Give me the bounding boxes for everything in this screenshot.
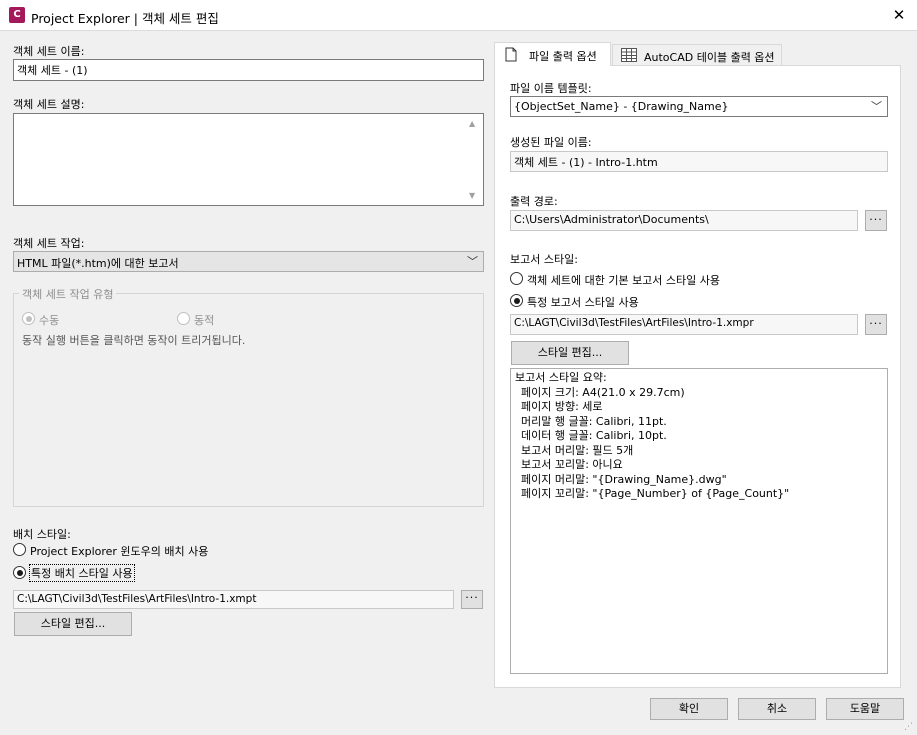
ellipsis-icon: ···	[869, 213, 883, 226]
civil3d-app-icon: C	[9, 7, 25, 23]
ellipsis-icon: ···	[465, 591, 479, 604]
manual-radio-label: 수동	[39, 314, 60, 327]
layout-edit-style-button[interactable]: 스타일 편집...	[14, 612, 132, 636]
tab-autocad-table-output[interactable]: AutoCAD 테이블 출력 옵션	[612, 44, 782, 66]
report-specific-radio[interactable]	[510, 294, 523, 307]
ok-button[interactable]: 확인	[650, 698, 728, 720]
layout-style-path[interactable]: C:\LAGT\Civil3d\TestFiles\ArtFiles\Intro…	[13, 590, 454, 609]
layout-browse-button[interactable]: ···	[461, 590, 483, 609]
summary-line: 페이지 크기: A4(21.0 x 29.7cm)	[521, 385, 685, 399]
summary-line: 페이지 꼬리말: "{Page_Number} of {Page_Count}"	[521, 487, 790, 500]
object-set-action-select[interactable]: HTML 파일(*.htm)에 대한 보고서 ﹀	[13, 251, 484, 272]
chevron-down-icon: ﹀	[467, 255, 478, 268]
report-default-radio-label: 객체 세트에 대한 기본 보고서 스타일 사용	[527, 274, 721, 287]
tab-autocad-table-output-label: AutoCAD 테이블 출력 옵션	[644, 51, 775, 64]
report-style-path[interactable]: C:\LAGT\Civil3d\TestFiles\ArtFiles\Intro…	[510, 314, 858, 335]
auto-radio[interactable]	[177, 312, 190, 325]
summary-line: 데이터 행 글꼴: Calibri, 10pt.	[521, 429, 667, 442]
summary-line: 머리말 행 글꼴: Calibri, 11pt.	[521, 414, 667, 428]
action-type-group	[13, 293, 484, 507]
close-button[interactable]: ✕	[884, 4, 914, 26]
filename-template-value: {ObjectSet_Name} - {Drawing_Name}	[514, 100, 729, 113]
help-button[interactable]: 도움말	[826, 698, 904, 720]
summary-line: 보고서 꼬리말: 아니요	[521, 458, 623, 471]
ellipsis-icon: ···	[869, 317, 883, 330]
output-path-browse-button[interactable]: ···	[865, 210, 887, 231]
report-default-radio[interactable]	[510, 272, 523, 285]
close-icon: ✕	[892, 6, 906, 24]
object-set-name-label: 객체 세트 이름:	[13, 45, 85, 58]
manual-radio[interactable]	[22, 312, 35, 325]
layout-window-radio[interactable]	[13, 543, 26, 556]
object-set-action-label: 객체 세트 작업:	[13, 237, 85, 250]
cancel-button[interactable]: 취소	[738, 698, 816, 720]
object-set-name-input[interactable]: 객체 세트 - (1)	[13, 59, 484, 81]
report-edit-style-button[interactable]: 스타일 편집...	[511, 341, 629, 365]
action-type-group-title: 객체 세트 작업 유형	[19, 286, 117, 302]
object-set-desc-textarea[interactable]	[13, 113, 484, 206]
generated-filename-field: 객체 세트 - (1) - Intro-1.htm	[510, 151, 888, 172]
report-browse-button[interactable]: ···	[865, 314, 887, 335]
layout-specific-radio-label: 특정 배치 스타일 사용	[29, 564, 135, 582]
document-icon	[505, 47, 517, 62]
layout-window-radio-label: Project Explorer 윈도우의 배치 사용	[30, 545, 209, 558]
window-title: Project Explorer | 객체 세트 편집	[31, 11, 219, 26]
action-hint-text: 동작 실행 버튼을 클릭하면 동작이 트리거됩니다.	[22, 334, 246, 347]
layout-specific-radio[interactable]	[13, 566, 26, 579]
layout-style-label: 배치 스타일:	[13, 528, 71, 541]
report-style-summary: 보고서 스타일 요약: 페이지 크기: A4(21.0 x 29.7cm) 페이…	[510, 368, 888, 674]
title-bar: C Project Explorer | 객체 세트 편집 ✕	[0, 0, 917, 31]
table-icon	[621, 48, 637, 62]
report-style-label: 보고서 스타일:	[510, 253, 578, 266]
summary-line: 보고서 머리말: 필드 5개	[521, 443, 634, 457]
generated-filename-label: 생성된 파일 이름:	[510, 136, 592, 149]
output-path-label: 출력 경로:	[510, 195, 558, 208]
output-path-field[interactable]: C:\Users\Administrator\Documents\	[510, 210, 858, 231]
scroll-down-icon[interactable]: ▼	[469, 191, 475, 200]
object-set-desc-label: 객체 세트 설명:	[13, 98, 85, 111]
summary-line: 페이지 방향: 세로	[521, 400, 603, 413]
scroll-up-icon[interactable]: ▲	[469, 119, 475, 128]
auto-radio-label: 동적	[194, 314, 215, 327]
report-specific-radio-label: 특정 보고서 스타일 사용	[527, 296, 639, 309]
resize-grip-icon[interactable]: ⋰	[904, 722, 913, 732]
filename-template-label: 파일 이름 템플릿:	[510, 82, 592, 95]
filename-template-select[interactable]: {ObjectSet_Name} - {Drawing_Name} ﹀	[510, 96, 888, 117]
action-select-value: HTML 파일(*.htm)에 대한 보고서	[17, 257, 179, 270]
summary-line: 보고서 스타일 요약:	[515, 371, 607, 384]
tab-file-output[interactable]: 파일 출력 옵션	[494, 42, 611, 66]
tab-file-output-label: 파일 출력 옵션	[529, 50, 597, 63]
summary-line: 페이지 머리말: "{Drawing_Name}.dwg"	[521, 472, 727, 486]
chevron-down-icon: ﹀	[871, 100, 882, 113]
